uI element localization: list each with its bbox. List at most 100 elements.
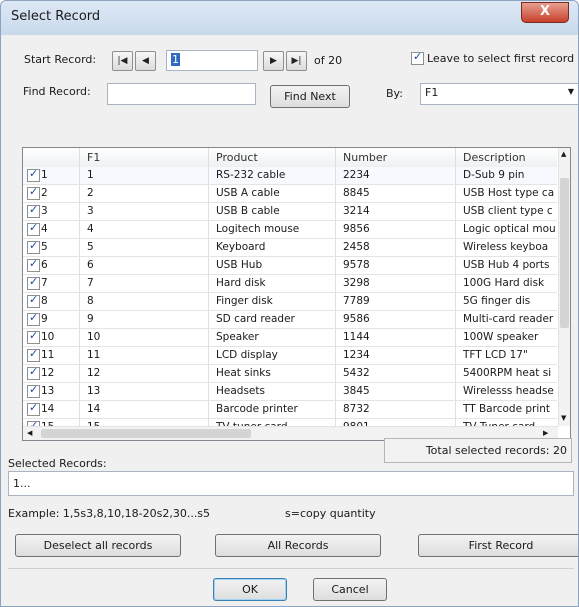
cell-number: 3214 [343,205,370,217]
cell-f1: 2 [87,187,94,199]
scroll-down-icon[interactable]: ▼ [561,414,566,422]
row-checkbox[interactable] [27,167,40,182]
row-number: 6 [41,259,48,271]
cell-number: 3298 [343,277,370,289]
cell-number: 9856 [343,223,370,235]
table-row[interactable]: 6 6 USB Hub 9578 USB Hub 4 ports [23,257,557,275]
table-row[interactable]: 5 5 Keyboard 2458 Wireless keyboa [23,239,557,257]
cell-f1: 12 [87,367,101,379]
find-record-input[interactable] [107,83,256,105]
row-checkbox[interactable] [27,401,40,416]
column-header-description[interactable]: Description [463,151,526,164]
cell-description: TFT LCD 17" [463,349,528,361]
row-number: 12 [41,367,55,379]
row-checkbox[interactable] [27,293,40,308]
row-number: 14 [41,403,55,415]
row-number: 8 [41,295,48,307]
table-row[interactable]: 3 3 USB B cable 3214 USB client type c [23,203,557,221]
table-row[interactable]: 13 13 Headsets 3845 Wirelesss headse [23,383,557,401]
table-row[interactable]: 4 4 Logitech mouse 9856 Logic optical mou [23,221,557,239]
table-row[interactable]: 12 12 Heat sinks 5432 5400RPM heat si [23,365,557,383]
prev-record-button[interactable]: ◀ [135,51,156,71]
row-checkbox[interactable] [27,347,40,362]
title-bar: Select Record X [1,1,578,35]
scroll-left-icon[interactable]: ◀ [27,429,32,437]
find-record-label: Find Record: [23,85,91,98]
row-checkbox[interactable] [27,365,40,380]
table-row[interactable]: 1 1 RS-232 cable 2234 D-Sub 9 pin [23,167,557,185]
cell-f1: 5 [87,241,94,253]
cell-f1: 9 [87,313,94,325]
cell-product: Speaker [216,331,259,343]
ok-button[interactable]: OK [213,578,287,601]
row-checkbox[interactable] [27,203,40,218]
start-record-input[interactable]: 1 [166,50,258,71]
select-record-dialog: Select Record X Start Record: |◀ ◀ 1 ▶ ▶… [0,0,579,607]
row-number: 2 [41,187,48,199]
scroll-right-icon[interactable]: ▶ [543,429,548,437]
row-number: 3 [41,205,48,217]
last-record-button[interactable]: ▶| [286,51,307,71]
cell-description: D-Sub 9 pin [463,169,525,181]
row-checkbox[interactable] [27,275,40,290]
close-button[interactable]: X [521,2,569,23]
start-record-label: Start Record: [24,53,97,66]
cell-description: Multi-card reader [463,313,554,325]
column-separator[interactable] [455,148,456,426]
next-record-button[interactable]: ▶ [263,51,284,71]
column-header-number[interactable]: Number [343,151,387,164]
row-checkbox[interactable] [27,221,40,236]
cell-f1: 14 [87,403,101,415]
row-checkbox[interactable] [27,329,40,344]
first-record-button[interactable]: |◀ [112,51,133,71]
cell-number: 9578 [343,259,370,271]
find-next-button[interactable]: Find Next [270,85,350,108]
table-row[interactable]: 14 14 Barcode printer 8732 TT Barcode print [23,401,557,419]
deselect-all-button[interactable]: Deselect all records [15,534,181,557]
selected-records-input[interactable]: 1... [8,471,574,496]
vertical-scrollbar[interactable]: ▲ ▼ [558,148,570,426]
cancel-button[interactable]: Cancel [313,578,387,601]
find-by-value: F1 [425,86,439,99]
row-checkbox[interactable] [27,239,40,254]
cell-f1: 10 [87,331,101,343]
column-header-product[interactable]: Product [216,151,258,164]
table-row[interactable]: 8 8 Finger disk 7789 5G finger dis [23,293,557,311]
row-number: 5 [41,241,48,253]
selected-records-label: Selected Records: [8,457,107,470]
row-number: 10 [41,331,55,343]
cell-product: Headsets [216,385,265,397]
record-count-label: of 20 [314,54,343,67]
cell-description: Wirelesss headse [463,385,554,397]
row-checkbox[interactable] [27,185,40,200]
records-grid: F1 Product Number Description 11RS-232 c… [22,147,571,441]
table-row[interactable]: 7 7 Hard disk 3298 100G Hard disk [23,275,557,293]
find-by-select[interactable]: F1 ▼ [420,83,578,105]
cell-f1: 8 [87,295,94,307]
column-separator[interactable] [335,148,336,426]
table-row[interactable]: 10 10 Speaker 1144 100W speaker [23,329,557,347]
row-checkbox[interactable] [27,311,40,326]
row-checkbox[interactable] [27,257,40,272]
dialog-title: Select Record [11,9,101,24]
leave-first-checkbox[interactable] [411,50,424,65]
all-records-button[interactable]: All Records [215,534,381,557]
column-separator[interactable] [79,148,80,426]
row-number: 4 [41,223,48,235]
table-row[interactable]: 9 9 SD card reader 9586 Multi-card reader [23,311,557,329]
cell-description: TT Barcode print [463,403,551,415]
row-checkbox[interactable] [27,383,40,398]
cell-product: LCD display [216,349,278,361]
vertical-scroll-thumb[interactable] [560,178,569,328]
cell-description: 5G finger dis [463,295,531,307]
table-row[interactable]: 2 2 USB A cable 8845 USB Host type ca [23,185,557,203]
column-separator[interactable] [208,148,209,426]
scroll-up-icon[interactable]: ▲ [561,150,566,158]
column-header-f1[interactable]: F1 [87,151,100,164]
cell-product: USB B cable [216,205,280,217]
cell-number: 5432 [343,367,370,379]
horizontal-scroll-thumb[interactable] [41,429,251,438]
total-selected-records: Total selected records: 20 [384,438,572,463]
table-row[interactable]: 11 11 LCD display 1234 TFT LCD 17" [23,347,557,365]
first-record-button-bottom[interactable]: First Record [418,534,578,557]
